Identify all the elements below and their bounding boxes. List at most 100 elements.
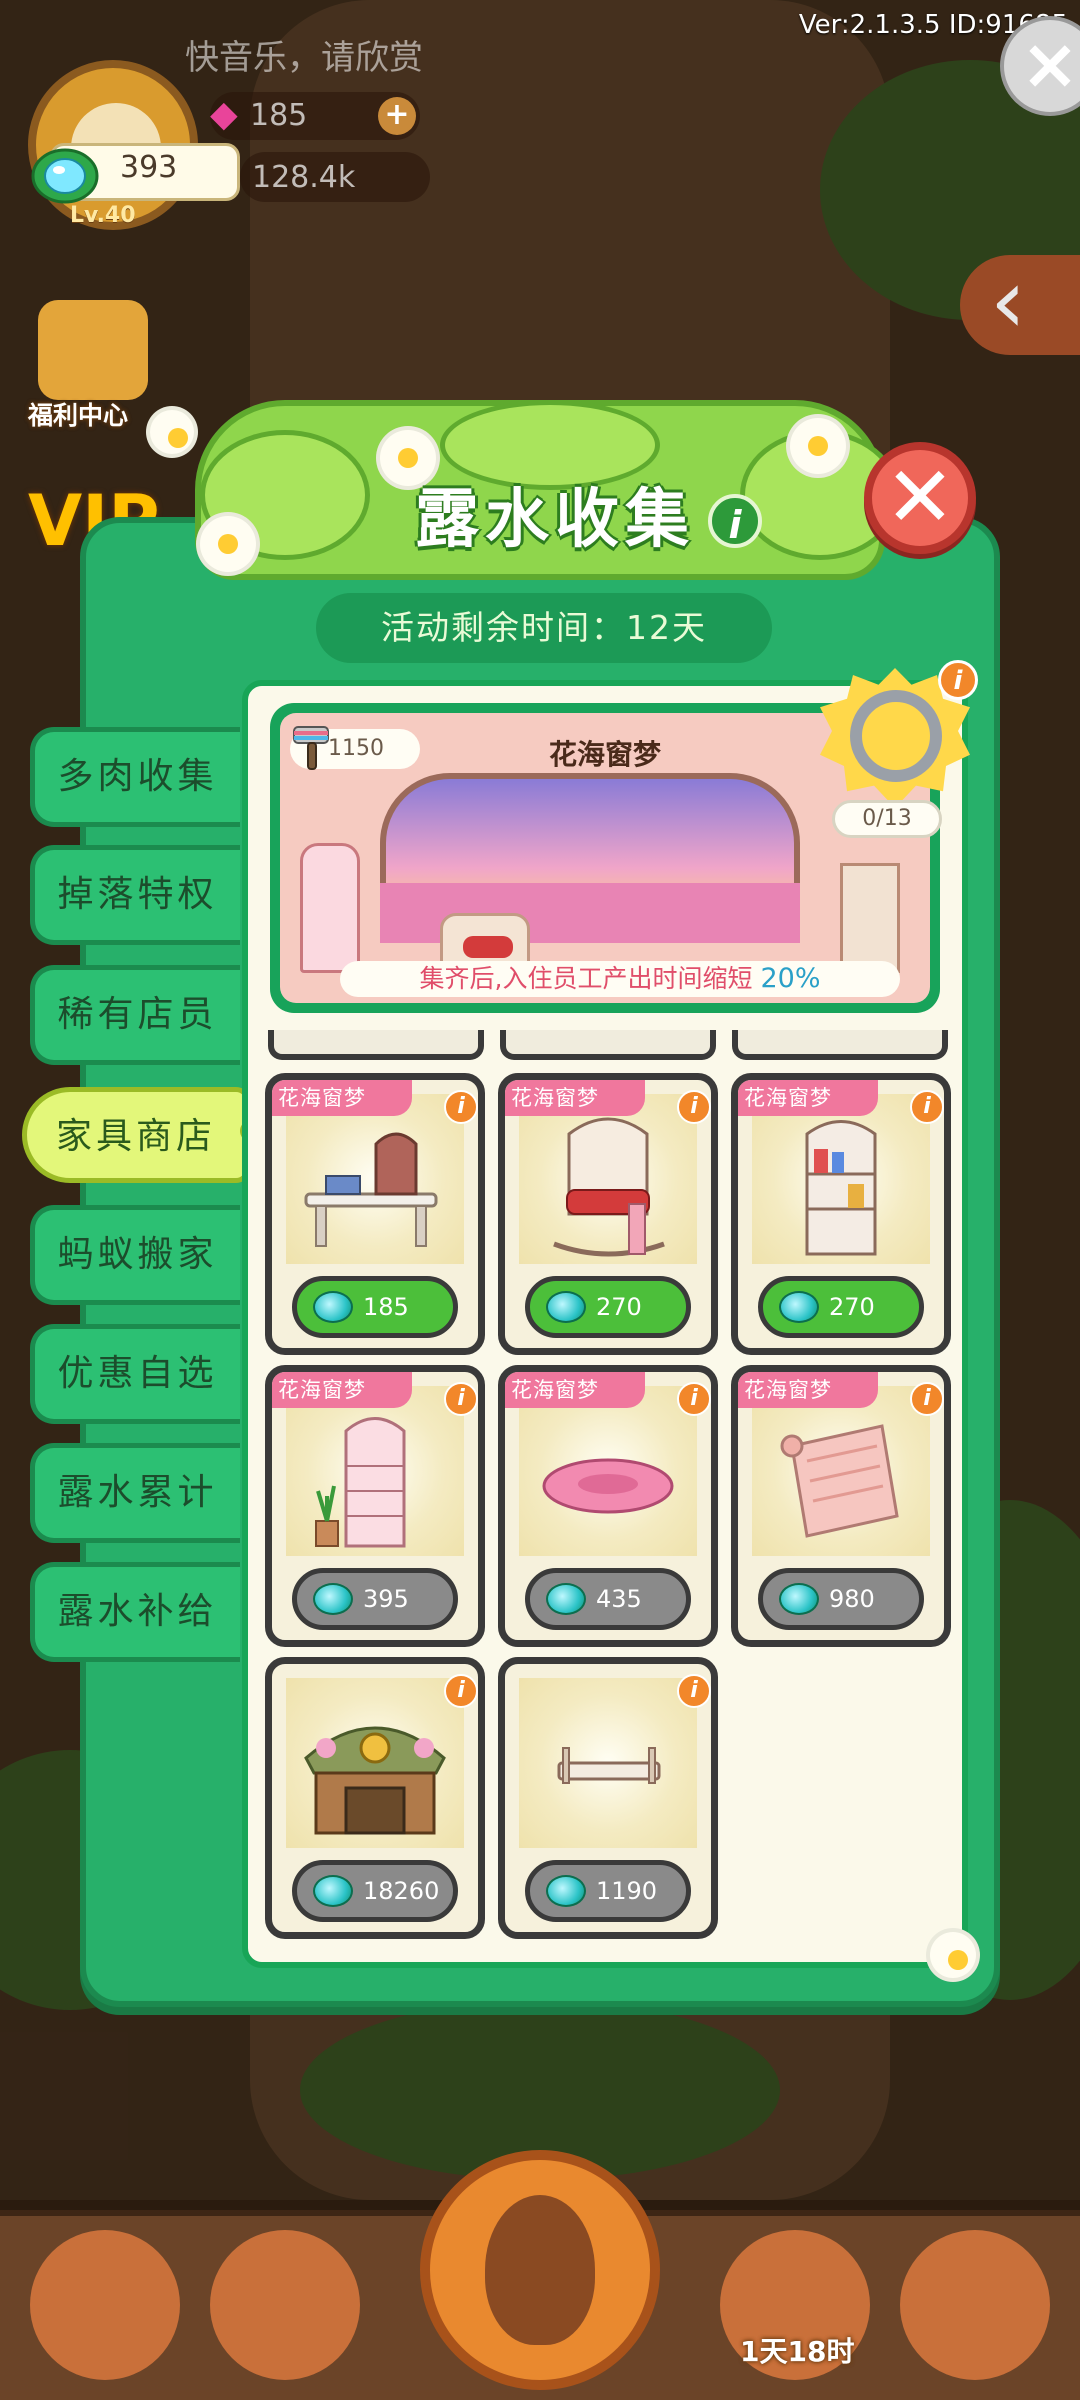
item-image [519,1678,697,1848]
set-tag: 花海窗梦 [505,1080,645,1116]
list-item-partial [268,1030,484,1060]
buy-button[interactable]: 435 [525,1568,691,1630]
tab-discount-pick[interactable]: 优惠自选 [30,1324,240,1424]
item-price: 270 [596,1293,642,1321]
dew-drop-icon [779,1291,819,1323]
tab-rare-staff[interactable]: 稀有店员 [30,965,240,1065]
bookshelf-icon [805,1120,877,1256]
item-info-icon[interactable]: i [910,1382,944,1416]
list-item[interactable]: i 1190 [498,1657,718,1939]
card-icon[interactable] [210,2230,360,2380]
item-image [286,1678,464,1848]
flower-icon [200,516,256,572]
item-info-icon[interactable]: i [910,1090,944,1124]
item-price: 980 [829,1585,875,1613]
shop-icon[interactable] [30,2230,180,2380]
buy-button[interactable]: 1190 [525,1860,691,1922]
banner-bonus-text: 集齐后,入住员工产出时间缩短 20% [340,961,900,997]
dew-drop-icon [313,1875,353,1907]
item-image [519,1094,697,1264]
flower-rug-icon [542,1458,674,1514]
item-image [286,1386,464,1556]
wallpaper-scroll-icon [780,1424,899,1538]
item-info-icon[interactable]: i [677,1090,711,1124]
list-item[interactable]: i 18260 [265,1657,485,1939]
dew-drop-icon [546,1875,586,1907]
event-timer: 活动剩余时间：12天 [316,593,772,663]
item-image [752,1386,930,1556]
desk-icon [304,1132,438,1247]
tab-dew-accumulate[interactable]: 露水累计 [30,1443,240,1543]
acorn-main-button[interactable] [420,2150,660,2390]
set-tag: 花海窗梦 [272,1080,412,1116]
welfare-center-label: 福利中心 [28,401,129,430]
dew-drop-icon [31,148,99,204]
banner-bonus-percent: 20% [760,963,821,994]
item-price: 1190 [596,1877,658,1905]
list-item-partial [732,1030,948,1060]
close-button[interactable]: ✕ [864,442,976,554]
buy-button[interactable]: 185 [292,1276,458,1338]
paint-roller-icon [293,726,329,770]
item-info-icon[interactable]: i [444,1382,478,1416]
item-price: 185 [363,1293,409,1321]
item-info-icon[interactable]: i [677,1674,711,1708]
house-icon[interactable] [900,2230,1050,2380]
coin-count: 128.4k [252,160,356,195]
title-info-icon[interactable]: i [708,494,762,548]
set-tag: 花海窗梦 [738,1372,878,1408]
rocking-chair-icon [553,1117,665,1257]
add-gems-button[interactable]: + [378,97,416,135]
buy-button[interactable]: 270 [758,1276,924,1338]
item-price: 395 [363,1585,409,1613]
item-info-icon[interactable]: i [444,1090,478,1124]
list-item[interactable]: 花海窗梦 i 435 [498,1365,718,1647]
tab-drop-privilege[interactable]: 掉落特权 [30,845,240,945]
list-item-partial [500,1030,716,1060]
wall-shelf-icon [557,1747,661,1784]
welfare-center-button[interactable]: 福利中心 [28,300,158,430]
gift-icon [38,300,148,400]
set-tag: 花海窗梦 [272,1372,412,1408]
tab-ant-moving[interactable]: 蚂蚁搬家 [30,1205,240,1305]
set-tag: 花海窗梦 [505,1372,645,1408]
dew-drop-icon [779,1583,819,1615]
list-item[interactable]: 花海窗梦 i 270 [498,1073,718,1355]
player-status-text: 快音乐，请欣赏 [185,38,423,78]
item-price: 270 [829,1293,875,1321]
list-item[interactable]: 花海窗梦 i 185 [265,1073,485,1355]
gem-count: 185 [250,98,308,133]
list-item[interactable]: 花海窗梦 i 395 [265,1365,485,1647]
item-info-icon[interactable]: i [444,1674,478,1708]
dew-drop-icon [313,1583,353,1615]
dew-drop-icon [546,1583,586,1615]
buy-button[interactable]: 18260 [292,1860,458,1922]
item-image [519,1386,697,1556]
banner-bonus-desc: 集齐后,入住员工产出时间缩短 [419,964,753,993]
acorn-icon [485,2195,595,2345]
collapse-arrow-button[interactable] [960,249,1080,355]
gem-icon: ◆ [210,94,238,135]
dew-count: 393 [120,150,178,185]
tab-furniture-shop[interactable]: 家具商店 [22,1087,250,1183]
buy-button[interactable]: 980 [758,1568,924,1630]
flower-icon [930,1932,976,1978]
buy-button[interactable]: 270 [525,1276,691,1338]
cabinet-illustration [300,843,360,973]
item-image [752,1094,930,1264]
item-price: 18260 [363,1877,440,1905]
dresser-icon [315,1417,406,1548]
shelf-illustration [840,863,900,973]
badge-info-icon[interactable]: i [938,660,978,700]
tab-dew-supply[interactable]: 露水补给 [30,1562,240,1662]
wreath-icon [850,690,942,782]
dew-drop-icon [313,1291,353,1323]
item-info-icon[interactable]: i [677,1382,711,1416]
tab-succulent-collection[interactable]: 多肉收集 [30,727,240,827]
list-item[interactable]: 花海窗梦 i 270 [731,1073,951,1355]
buy-button[interactable]: 395 [292,1568,458,1630]
item-image [286,1094,464,1264]
collection-progress: 0/13 [832,800,942,838]
list-item[interactable]: 花海窗梦 i 980 [731,1365,951,1647]
shop-house-icon [304,1726,446,1835]
